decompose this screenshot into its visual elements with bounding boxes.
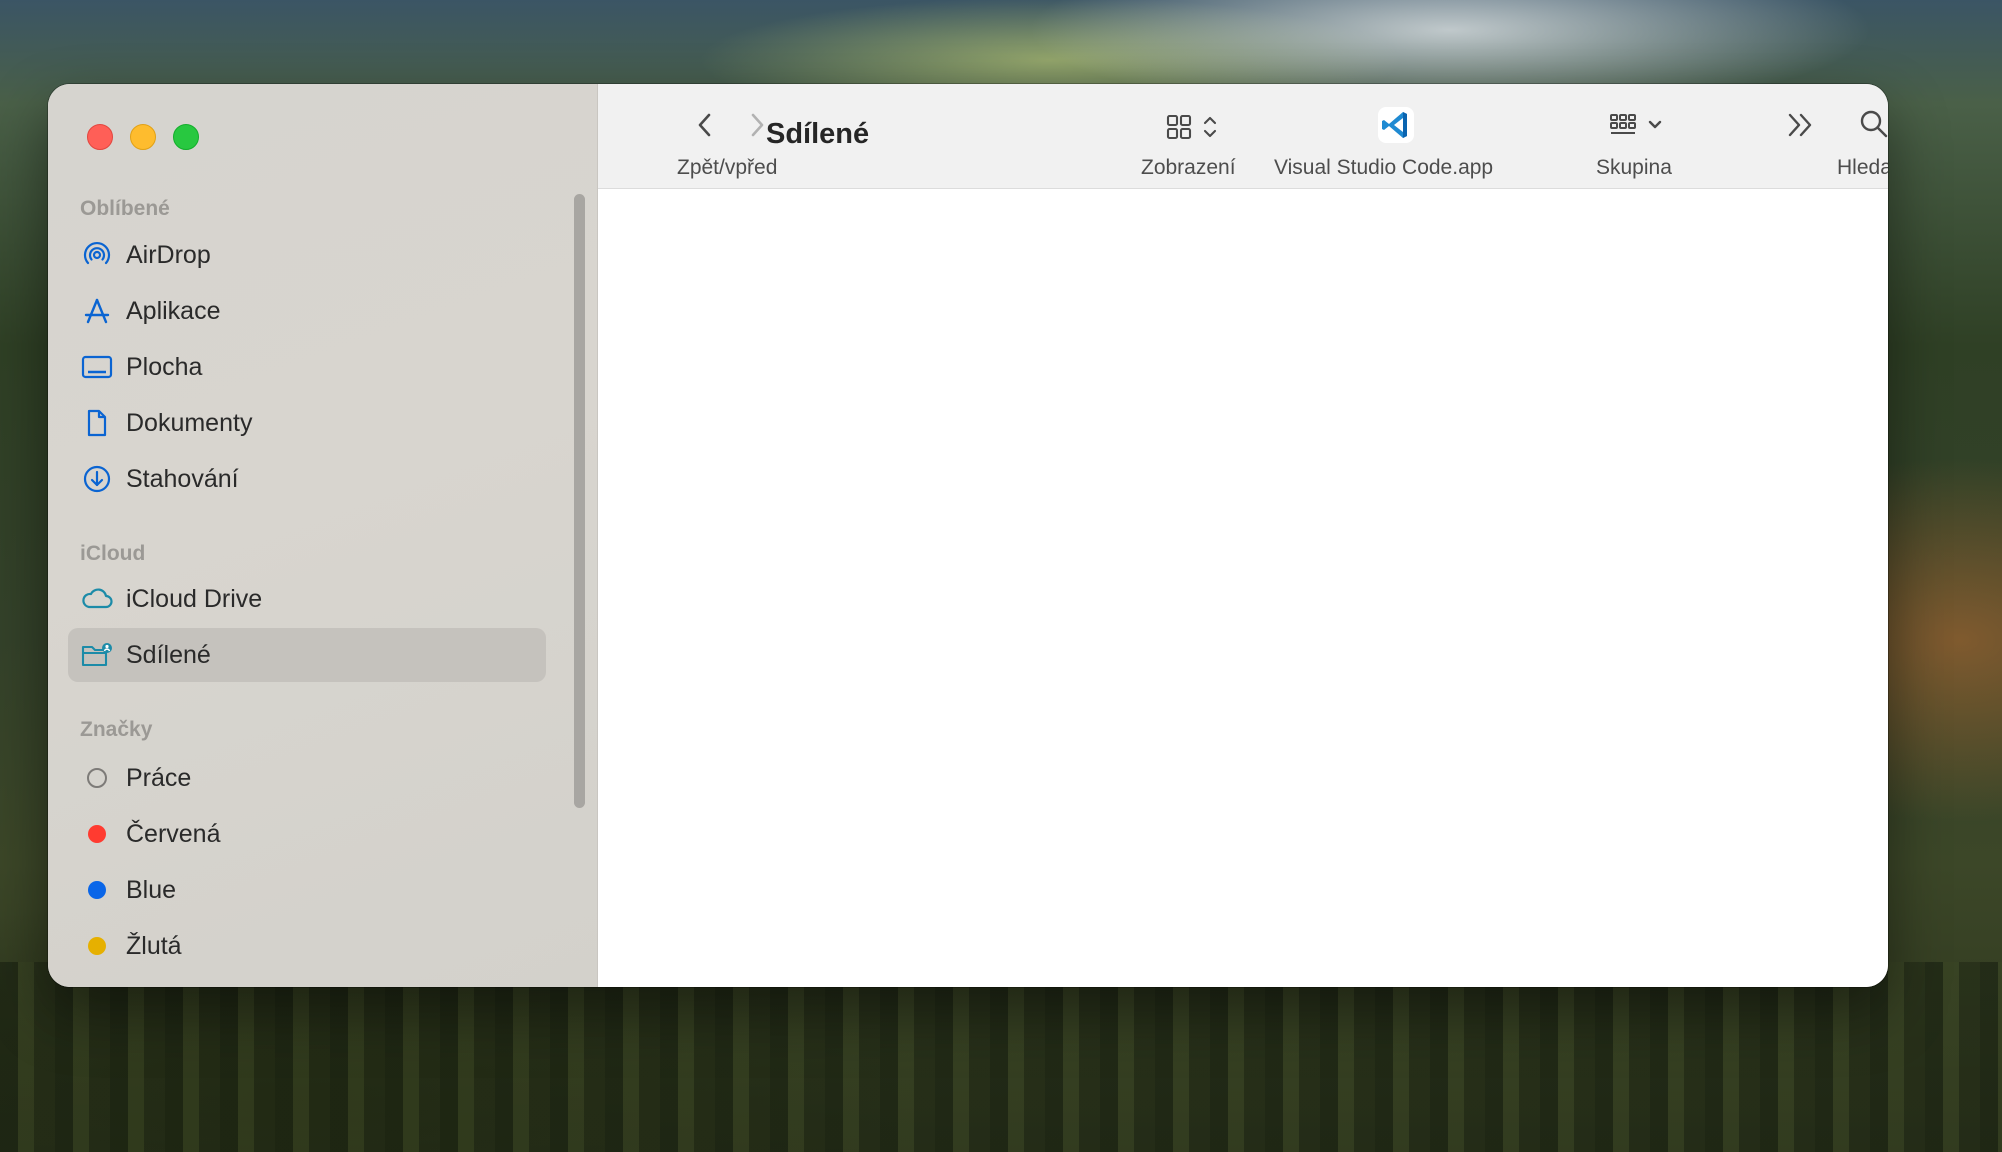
- document-icon: [80, 406, 114, 440]
- sidebar-item-downloads[interactable]: Stahování: [68, 452, 546, 506]
- more-chevrons-icon[interactable]: [1784, 110, 1818, 145]
- desktop-icon: [80, 350, 114, 384]
- sidebar-item-applications[interactable]: Aplikace: [68, 284, 546, 338]
- section-title-icloud: iCloud: [80, 542, 146, 565]
- cloud-icon: [80, 582, 114, 616]
- group-button[interactable]: [1608, 110, 1670, 145]
- sidebar-item-label: Žlutá: [126, 931, 182, 960]
- sidebar-item-label: Sdílené: [126, 640, 211, 669]
- zoom-button[interactable]: [173, 124, 199, 150]
- back-chevron-icon[interactable]: [692, 110, 718, 145]
- sidebar-item-documents[interactable]: Dokumenty: [68, 396, 546, 450]
- page-title: Sdílené: [766, 118, 870, 150]
- close-button[interactable]: [87, 124, 113, 150]
- sidebar-item-tag-prace[interactable]: Práce: [68, 751, 546, 805]
- finder-window: Oblíbené AirDrop Aplikace Plocha Dokumen…: [48, 84, 1888, 987]
- sidebar-item-icloud-drive[interactable]: iCloud Drive: [68, 572, 546, 626]
- minimize-button[interactable]: [130, 124, 156, 150]
- tag-dot-icon: [80, 817, 114, 851]
- desktop-wallpaper: [0, 962, 2002, 1152]
- section-title-favorites: Oblíbené: [80, 197, 170, 220]
- sidebar-item-tag-cervena[interactable]: Červená: [68, 807, 546, 861]
- tag-dot-icon: [80, 873, 114, 907]
- sidebar-item-label: Práce: [126, 763, 192, 792]
- sidebar-item-desktop[interactable]: Plocha: [68, 340, 546, 394]
- sidebar-item-tag-zluta[interactable]: Žlutá: [68, 919, 546, 973]
- sidebar-item-label: Plocha: [126, 352, 203, 381]
- sidebar-item-label: Červená: [126, 819, 221, 848]
- sidebar-item-label: Aplikace: [126, 296, 221, 325]
- view-mode-button[interactable]: [1166, 112, 1228, 147]
- group-label: Skupina: [1596, 156, 1672, 179]
- sidebar-item-label: Blue: [126, 875, 177, 904]
- sidebar-scrollbar[interactable]: [574, 194, 585, 808]
- tag-dot-icon: [80, 929, 114, 963]
- sidebar-item-label: AirDrop: [126, 240, 211, 269]
- tag-dot-icon: [80, 761, 114, 795]
- back-forward-label: Zpět/vpřed: [677, 156, 778, 179]
- sidebar: Oblíbené AirDrop Aplikace Plocha Dokumen…: [48, 84, 598, 987]
- view-label: Zobrazení: [1141, 156, 1236, 179]
- sidebar-item-shared[interactable]: Sdílené: [68, 628, 546, 682]
- section-title-tags: Značky: [80, 718, 153, 741]
- sidebar-item-label: iCloud Drive: [126, 584, 263, 613]
- sidebar-item-airdrop[interactable]: AirDrop: [68, 228, 546, 282]
- download-icon: [80, 462, 114, 496]
- search-icon[interactable]: [1858, 108, 1888, 145]
- applications-icon: [80, 294, 114, 328]
- app-label: Visual Studio Code.app: [1274, 156, 1494, 179]
- sidebar-item-label: Dokumenty: [126, 408, 253, 437]
- file-content-area[interactable]: [598, 189, 1888, 987]
- sidebar-item-tag-blue[interactable]: Blue: [68, 863, 546, 917]
- search-label: Hledat: [1837, 156, 1888, 179]
- vscode-app-icon[interactable]: [1377, 106, 1415, 149]
- shared-folder-icon: [80, 638, 114, 672]
- window-controls: [87, 124, 199, 150]
- airdrop-icon: [80, 238, 114, 272]
- sidebar-item-label: Stahování: [126, 464, 239, 493]
- toolbar: Zpět/vpřed Sdílené Zobrazení Visual Stud…: [598, 84, 1888, 189]
